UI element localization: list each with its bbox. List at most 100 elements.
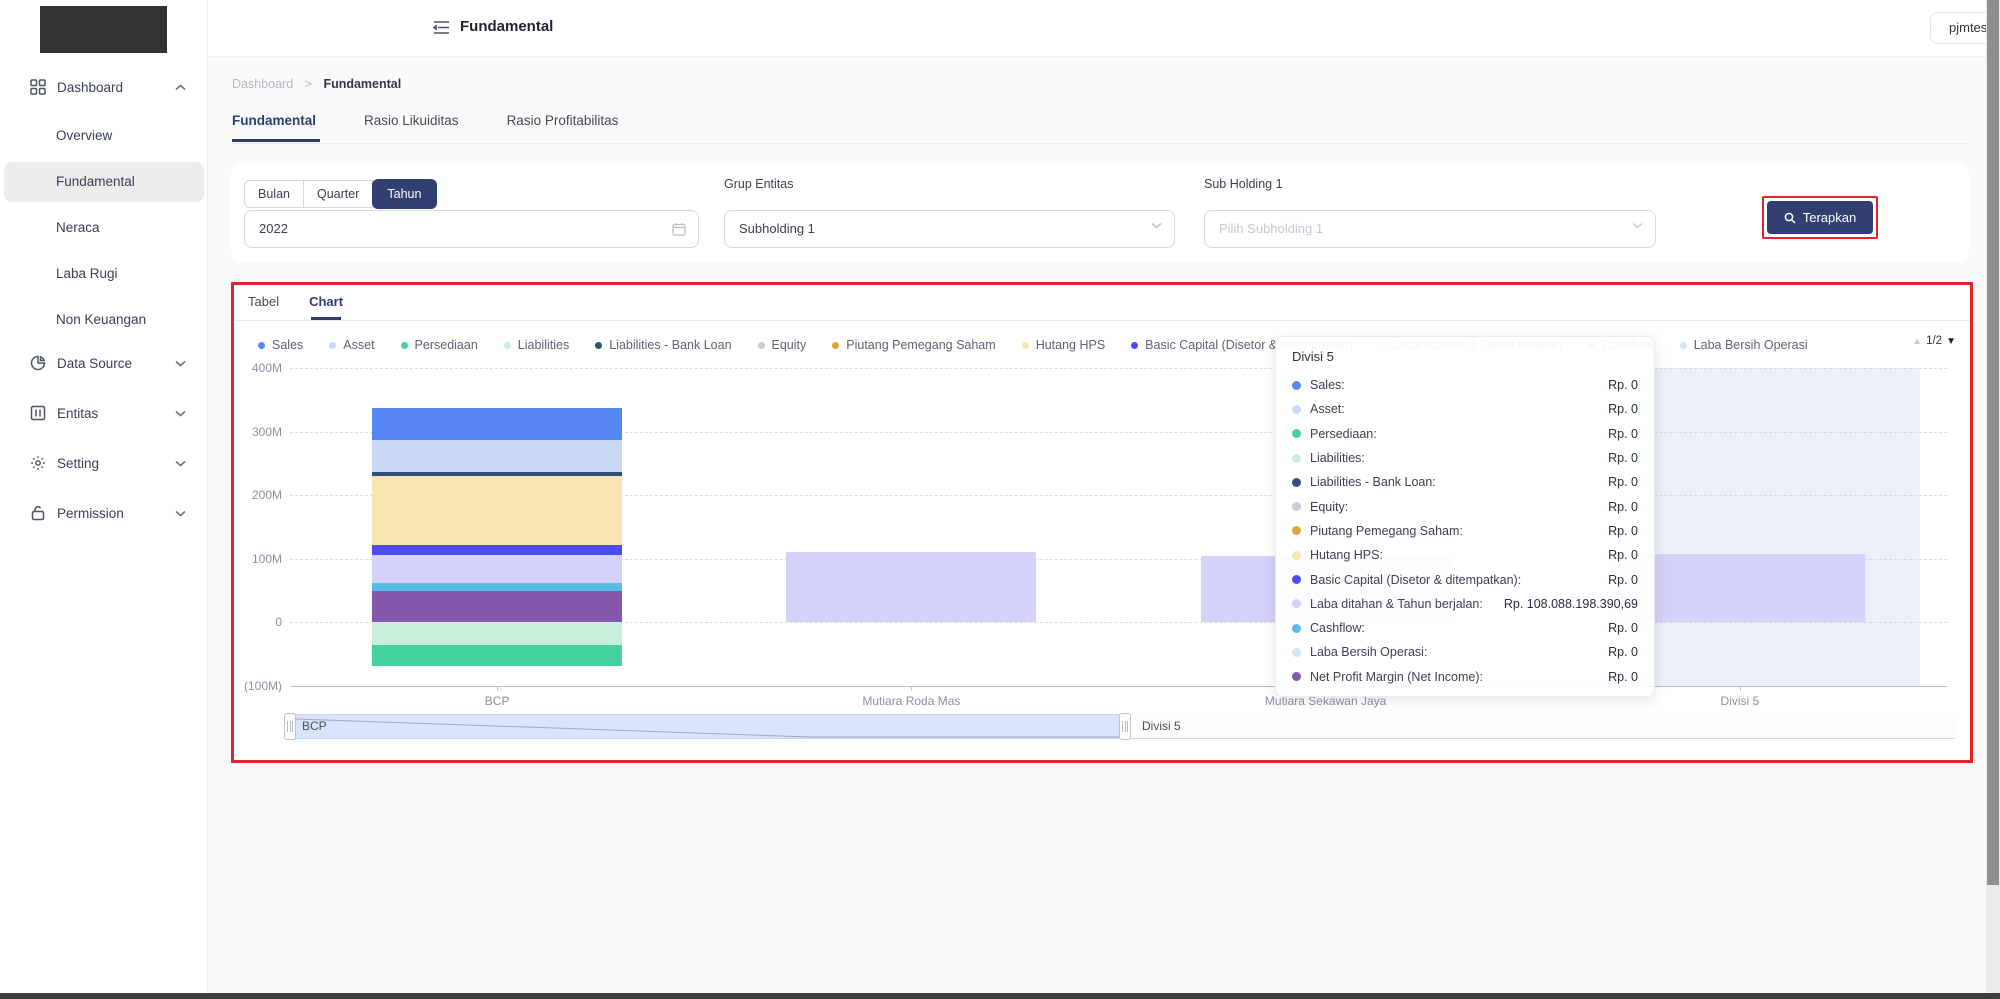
tooltip-series-dot bbox=[1292, 478, 1301, 487]
period-option-bulan[interactable]: Bulan bbox=[244, 180, 304, 208]
tab-rasio-likuiditas[interactable]: Rasio Likuiditas bbox=[364, 113, 459, 142]
sidebar-item-entitas[interactable]: Entitas bbox=[0, 398, 208, 428]
x-axis-label-mutiara-roda-mas: Mutiara Roda Mas bbox=[801, 694, 1021, 708]
top-header: Fundamental pjmtest bbox=[208, 0, 2000, 57]
entity-icon bbox=[30, 405, 47, 421]
tooltip-series-dot bbox=[1292, 575, 1301, 584]
y-axis-tick-label: (100M) bbox=[234, 679, 282, 693]
sidebar-item-label: Setting bbox=[57, 456, 175, 471]
tooltip-row-label: Cashflow: bbox=[1310, 621, 1365, 635]
tooltip-row-label: Asset: bbox=[1310, 402, 1345, 416]
tooltip-row-value: Rp. 0 bbox=[1608, 378, 1638, 392]
datazoom-selected-range[interactable] bbox=[290, 714, 1125, 739]
tooltip-row-liabilities-bank-loan: Liabilities - Bank Loan:Rp. 0 bbox=[1292, 470, 1638, 494]
tab-rasio-profitabilitas[interactable]: Rasio Profitabilitas bbox=[507, 113, 619, 142]
chevron-down-icon bbox=[1151, 222, 1162, 229]
gridline bbox=[290, 686, 1947, 687]
datazoom-mini-chart bbox=[290, 715, 1125, 740]
period-option-tahun[interactable]: Tahun bbox=[372, 179, 437, 209]
tooltip-title: Divisi 5 bbox=[1292, 349, 1638, 364]
grup-entitas-select[interactable]: Subholding 1 bbox=[724, 210, 1175, 248]
period-option-quarter[interactable]: Quarter bbox=[304, 180, 373, 208]
y-axis-tick-label: 0 bbox=[234, 615, 282, 629]
bar-segment-laba-ditahan-tahun-berjalan-bcp[interactable] bbox=[372, 555, 622, 583]
datazoom-left-label: BCP bbox=[302, 714, 327, 739]
datazoom-track[interactable] bbox=[1125, 714, 1955, 739]
bar-segment-cashflow-bcp[interactable] bbox=[372, 583, 622, 591]
sidebar-item-fundamental[interactable]: Fundamental bbox=[4, 162, 204, 202]
sidebar-item-permission[interactable]: Permission bbox=[0, 498, 208, 528]
menu-fold-icon[interactable] bbox=[433, 20, 450, 35]
tooltip-row-value: Rp. 0 bbox=[1608, 645, 1638, 659]
tooltip-row-value: Rp. 108.088.198.390,69 bbox=[1504, 597, 1638, 611]
page-tabs: Fundamental Rasio Likuiditas Rasio Profi… bbox=[232, 113, 618, 142]
bar-segment-persediaan-bcp[interactable] bbox=[372, 645, 622, 667]
tooltip-row-basic-capital-disetor-ditempatkan: Basic Capital (Disetor & ditempatkan):Rp… bbox=[1292, 567, 1638, 591]
breadcrumb-separator: > bbox=[305, 77, 312, 91]
sidebar-item-non-keuangan[interactable]: Non Keuangan bbox=[4, 300, 204, 340]
bar-segment-net-profit-margin-net-income-bcp[interactable] bbox=[372, 591, 622, 622]
tooltip-row-laba-ditahan-tahun-berjalan: Laba ditahan & Tahun berjalan:Rp. 108.08… bbox=[1292, 592, 1638, 616]
sub-holding-select[interactable]: Pilih Subholding 1 bbox=[1204, 210, 1656, 248]
bar-segment-hutang-hps-bcp[interactable] bbox=[372, 476, 622, 545]
tabs-divider bbox=[232, 143, 1968, 144]
sidebar-item-neraca[interactable]: Neraca bbox=[4, 208, 204, 248]
sidebar-item-label: Permission bbox=[57, 506, 175, 521]
gear-icon bbox=[30, 455, 47, 471]
bar-segment-asset-bcp[interactable] bbox=[372, 440, 622, 472]
chart-plot-area[interactable]: 400M300M200M100M0(100M)BCPMutiara Roda M… bbox=[234, 285, 1970, 760]
grup-entitas-value: Subholding 1 bbox=[739, 221, 815, 236]
bar-segment-liabilities-bcp[interactable] bbox=[372, 622, 622, 644]
chevron-down-icon bbox=[175, 360, 186, 367]
tooltip-row-value: Rp. 0 bbox=[1608, 524, 1638, 538]
sidebar-item-data-source[interactable]: Data Source bbox=[0, 348, 208, 378]
x-axis-tick bbox=[911, 686, 912, 691]
tooltip-row-value: Rp. 0 bbox=[1608, 402, 1638, 416]
sidebar-item-setting[interactable]: Setting bbox=[0, 448, 208, 478]
year-input-value: 2022 bbox=[259, 221, 288, 236]
tooltip-row-label: Liabilities: bbox=[1310, 451, 1365, 465]
tooltip-row-hutang-hps: Hutang HPS:Rp. 0 bbox=[1292, 543, 1638, 567]
tooltip-row-value: Rp. 0 bbox=[1608, 573, 1638, 587]
page-title: Fundamental bbox=[460, 18, 553, 35]
sidebar-item-dashboard[interactable]: Dashboard bbox=[0, 72, 208, 102]
tooltip-row-label: Net Profit Margin (Net Income): bbox=[1310, 670, 1483, 684]
year-input[interactable]: 2022 bbox=[244, 210, 699, 248]
tooltip-row-label: Piutang Pemegang Saham: bbox=[1310, 524, 1463, 538]
calendar-icon bbox=[672, 222, 686, 236]
tooltip-series-dot bbox=[1292, 672, 1301, 681]
chart-tooltip: Divisi 5 Sales:Rp. 0Asset:Rp. 0Persediaa… bbox=[1275, 336, 1655, 697]
tooltip-series-dot bbox=[1292, 551, 1301, 560]
tooltip-series-dot bbox=[1292, 624, 1301, 633]
bar-segment-sales-bcp[interactable] bbox=[372, 408, 622, 440]
breadcrumb-item[interactable]: Dashboard bbox=[232, 77, 293, 91]
tooltip-series-dot bbox=[1292, 526, 1301, 535]
tooltip-row-label: Liabilities - Bank Loan: bbox=[1310, 475, 1436, 489]
tooltip-series-dot bbox=[1292, 405, 1301, 414]
scrollbar-thumb[interactable] bbox=[1987, 0, 1999, 885]
x-axis-label-divisi-5: Divisi 5 bbox=[1630, 694, 1850, 708]
apply-button[interactable]: Terapkan bbox=[1767, 201, 1873, 234]
dashboard-grid-icon bbox=[30, 79, 47, 95]
sidebar-item-laba-rugi[interactable]: Laba Rugi bbox=[4, 254, 204, 294]
datazoom-slider[interactable]: BCP Divisi 5 bbox=[290, 714, 1955, 739]
bar-segment-liabilities-bank-loan-bcp[interactable] bbox=[372, 472, 622, 476]
tooltip-series-dot bbox=[1292, 599, 1301, 608]
grup-entitas-label: Grup Entitas bbox=[724, 177, 793, 191]
breadcrumb-item-current: Fundamental bbox=[323, 77, 401, 91]
datazoom-left-handle[interactable] bbox=[284, 713, 296, 740]
bar-segment-laba-ditahan-tahun-berjalan-mutiara-roda-mas[interactable] bbox=[786, 552, 1036, 622]
vertical-scrollbar[interactable] bbox=[1986, 0, 2000, 999]
sidebar: Dashboard Overview Fundamental Neraca Laba … bbox=[0, 0, 208, 999]
chevron-down-icon bbox=[1632, 222, 1643, 229]
tooltip-series-dot bbox=[1292, 648, 1301, 657]
pie-chart-icon bbox=[30, 355, 47, 371]
tab-fundamental[interactable]: Fundamental bbox=[232, 113, 316, 142]
bar-segment-basic-capital-disetor-ditempatkan-bcp[interactable] bbox=[372, 545, 622, 555]
datazoom-right-handle[interactable] bbox=[1119, 713, 1131, 740]
y-axis-tick-label: 100M bbox=[234, 552, 282, 566]
y-axis-tick-label: 300M bbox=[234, 425, 282, 439]
datazoom-right-label: Divisi 5 bbox=[1142, 714, 1181, 739]
sidebar-item-overview[interactable]: Overview bbox=[4, 116, 204, 156]
tooltip-row-cashflow: Cashflow:Rp. 0 bbox=[1292, 616, 1638, 640]
